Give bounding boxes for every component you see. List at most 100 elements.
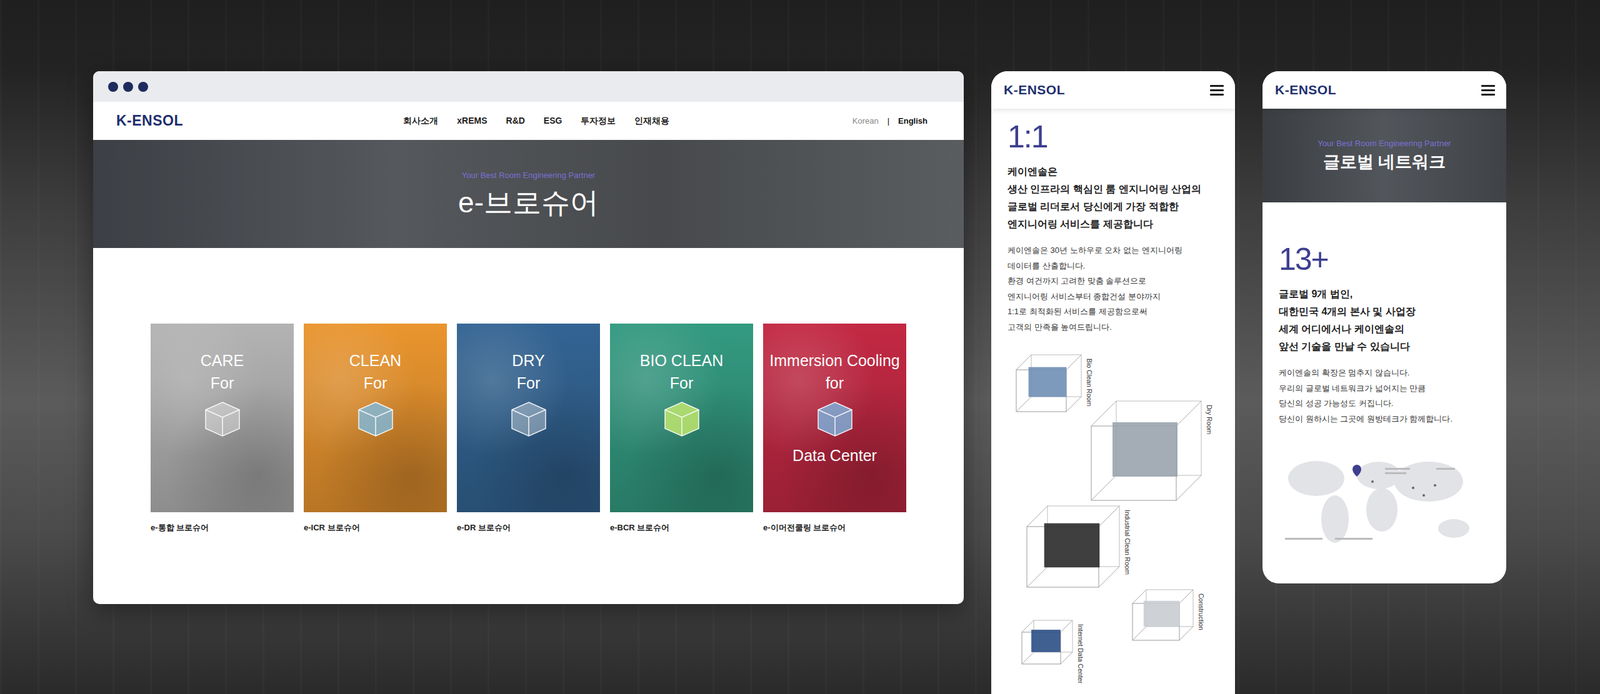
brochure-list: CARE For e-통합 브로슈어 CLEAN For e-ICR 브로슈어 DRY For…: [93, 248, 964, 605]
heading-line: 케이엔솔은: [1007, 163, 1219, 181]
brochure-cover[interactable]: BIO CLEAN For: [610, 323, 754, 513]
browser-window: K-ENSOL 회사소개 xREMS R&D ESG 투자정보 인재채용 Korean | Eng…: [93, 71, 964, 605]
hero-title: 글로벌 네트워크: [1323, 150, 1447, 174]
brochure-label[interactable]: e-이머전쿨링 브로슈어: [763, 522, 907, 534]
brochure-card[interactable]: CARE For e-통합 브로슈어: [150, 323, 294, 605]
logo[interactable]: K-ENSOL: [1003, 82, 1065, 98]
brochure-label[interactable]: e-BCR 브로슈어: [610, 522, 754, 534]
cover-title: Immersion Cooling: [769, 351, 900, 370]
menu-item[interactable]: R&D: [506, 115, 525, 127]
page-hero: Your Best Room Engineering Partner e-브로슈어: [93, 140, 964, 249]
cover-title: DRY: [511, 351, 545, 370]
cube-icon: [356, 400, 395, 439]
cover-title: For: [363, 373, 388, 393]
network-body: 케이엔솔의 확장은 멈추지 않습니다.우리의 글로벌 네트워크가 넓어지는 만큼…: [1278, 365, 1490, 427]
showcase: K-ENSOL 회사소개 xREMS R&D ESG 투자정보 인재채용 Korean | Eng…: [0, 0, 1600, 694]
mobile-screen-about: K-ENSOL 1:1 케이엔솔은생산 인프라의 핵심인 룸 엔지니어링 산업의글로…: [991, 71, 1235, 694]
brochure-card[interactable]: BIO CLEAN For e-BCR 브로슈어: [610, 323, 754, 605]
cube-icon: [203, 400, 242, 439]
mobile-hero: Your Best Room Engineering Partner글로벌 네트…: [1262, 108, 1507, 203]
brochure-label[interactable]: e-DR 브로슈어: [456, 522, 600, 534]
room-label: Construction: [1197, 593, 1205, 631]
cover-title: For: [210, 373, 235, 393]
hamburger-bar: [1481, 85, 1495, 87]
brochure-card[interactable]: DRY For e-DR 브로슈어: [456, 323, 600, 605]
hamburger-bar: [1210, 89, 1224, 92]
brochure-cover[interactable]: DRY For: [456, 323, 600, 513]
hamburger-menu-icon[interactable]: [1210, 85, 1224, 96]
brochure-card[interactable]: Immersion CoolingforData Centere-이머전쿨링 브…: [763, 323, 907, 605]
body-line: 고객의 만족을 높여드립니다.: [1007, 320, 1219, 336]
room-label: Dry Room: [1205, 405, 1214, 435]
cover-title: CARE: [200, 351, 244, 370]
cover-title: CLEAN: [349, 351, 402, 370]
brochure-card[interactable]: CLEAN For e-ICR 브로슈어: [303, 323, 447, 605]
menu-item[interactable]: 회사소개: [403, 115, 439, 127]
language-option[interactable]: Korean: [852, 116, 879, 126]
body-line: 케이엔솔의 확장은 멈추지 않습니다.: [1278, 365, 1490, 382]
heading-line: 엔지니어링 서비스를 제공합니다: [1007, 215, 1219, 234]
body-line: 엔지니어링 서비스부터 종합건설 분야까지: [1007, 289, 1219, 305]
cover-title: for: [825, 373, 844, 393]
hamburger-bar: [1481, 89, 1495, 92]
language-option[interactable]: English: [898, 116, 928, 126]
room-cube: [1090, 400, 1203, 502]
brochure-cover[interactable]: CLEAN For: [303, 323, 447, 513]
mobile-header: K-ENSOL: [991, 71, 1235, 109]
room-cube: [1020, 619, 1074, 666]
window-dot-icon: [138, 81, 149, 92]
body-line: 케이엔솔은 30년 노하우로 오차 없는 엔지니어링: [1007, 243, 1219, 259]
stat-number: 13+: [1278, 242, 1490, 277]
heading-line: 글로벌 리더로서 당신에게 가장 적합한: [1007, 198, 1219, 216]
cover-title: For: [670, 373, 694, 393]
cube-icon: [509, 400, 549, 439]
room-label: Internet Data Center: [1076, 624, 1085, 684]
room-label: Bio Clean Room: [1085, 358, 1094, 407]
navigation-bar: K-ENSOL 회사소개 xREMS R&D ESG 투자정보 인재채용 Korean | Eng…: [93, 101, 964, 140]
body-line: 데이터를 산출합니다.: [1007, 258, 1219, 275]
cube-icon: [815, 400, 855, 439]
menu-item[interactable]: 투자정보: [580, 115, 616, 127]
language-separator: |: [887, 116, 890, 126]
menu-item[interactable]: 인재채용: [634, 115, 670, 127]
heading-line: 글로벌 9개 법인,: [1278, 285, 1490, 304]
body-line: 환경 여건까지 고려한 맞춤 솔루션으로: [1007, 273, 1219, 290]
mobile-header: K-ENSOL: [1262, 71, 1507, 109]
window-titlebar: [93, 71, 964, 102]
hamburger-menu-icon[interactable]: [1481, 85, 1495, 96]
heading-line: 대한민국 4개의 본사 및 사업장: [1278, 303, 1490, 321]
cover-title: For: [516, 373, 541, 393]
window-dot-icon: [108, 81, 119, 92]
logo[interactable]: K-ENSOL: [1275, 82, 1337, 98]
room-diagram: Bio Clean Room Dry Room Industrial Clean R…: [991, 348, 1235, 694]
body-line: 1:1로 최적화된 서비스를 제공함으로써: [1007, 304, 1219, 320]
menu-item[interactable]: xREMS: [456, 115, 487, 127]
stat-number: 1:1: [1007, 120, 1219, 155]
main-menu: 회사소개 xREMS R&D ESG 투자정보 인재채용: [183, 115, 853, 127]
room-cube: [1131, 588, 1195, 642]
mobile-content: 13+ 글로벌 9개 법인,대한민국 4개의 본사 및 사업장세계 어디에서나 케…: [1262, 202, 1507, 551]
hero-title: e-브로슈어: [458, 183, 599, 223]
heading-line: 생산 인프라의 핵심인 룸 엔지니어링 산업의: [1007, 180, 1219, 199]
hero-tagline: Your Best Room Engineering Partner: [461, 170, 595, 180]
menu-item[interactable]: ESG: [543, 115, 563, 127]
cover-title: BIO CLEAN: [640, 351, 724, 370]
logo[interactable]: K-ENSOL: [116, 112, 184, 130]
brochure-cover[interactable]: Immersion CoolingforData Center: [763, 323, 907, 513]
world-map-icon: [1278, 444, 1479, 551]
brochure-label[interactable]: e-통합 브로슈어: [150, 522, 294, 534]
mobile-content: 1:1 케이엔솔은생산 인프라의 핵심인 룸 엔지니어링 산업의글로벌 리더로서 …: [991, 108, 1235, 694]
window-dot-icon: [123, 81, 134, 92]
hamburger-bar: [1481, 93, 1495, 96]
heading-line: 앞선 기술을 만날 수 있습니다: [1278, 338, 1490, 356]
brochure-cover[interactable]: CARE For: [150, 323, 294, 513]
body-line: 당신의 성공 가능성도 커집니다.: [1278, 396, 1490, 412]
hamburger-bar: [1210, 85, 1224, 87]
mobile-screen-network: K-ENSOL Your Best Room Engineering Partne…: [1262, 71, 1507, 584]
hamburger-bar: [1210, 93, 1224, 96]
hero-tagline: Your Best Room Engineering Partner: [1317, 138, 1451, 149]
heading-line: 세계 어디에서나 케이엔솔의: [1278, 320, 1490, 339]
intro-body: 케이엔솔은 30년 노하우로 오차 없는 엔지니어링데이터를 산출합니다.환경 …: [1007, 243, 1219, 335]
room-label: Industrial Clean Room: [1123, 510, 1132, 575]
brochure-label[interactable]: e-ICR 브로슈어: [303, 522, 447, 534]
